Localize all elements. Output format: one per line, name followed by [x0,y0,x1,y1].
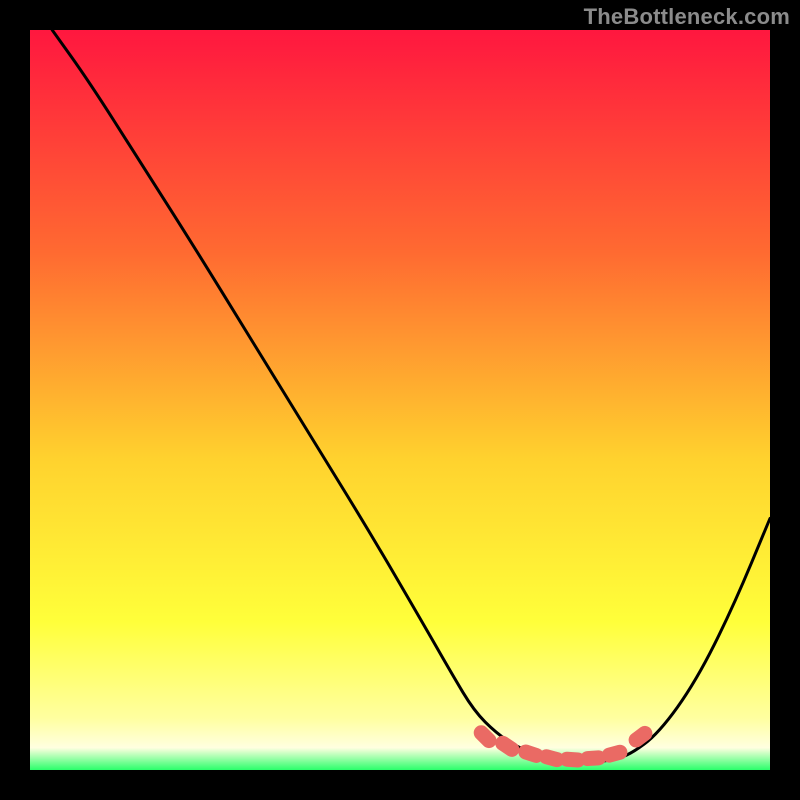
plot-area [30,30,770,770]
chart-frame: TheBottleneck.com [0,0,800,800]
gradient-background [30,30,770,770]
watermark-text: TheBottleneck.com [584,4,790,30]
plot-svg [30,30,770,770]
